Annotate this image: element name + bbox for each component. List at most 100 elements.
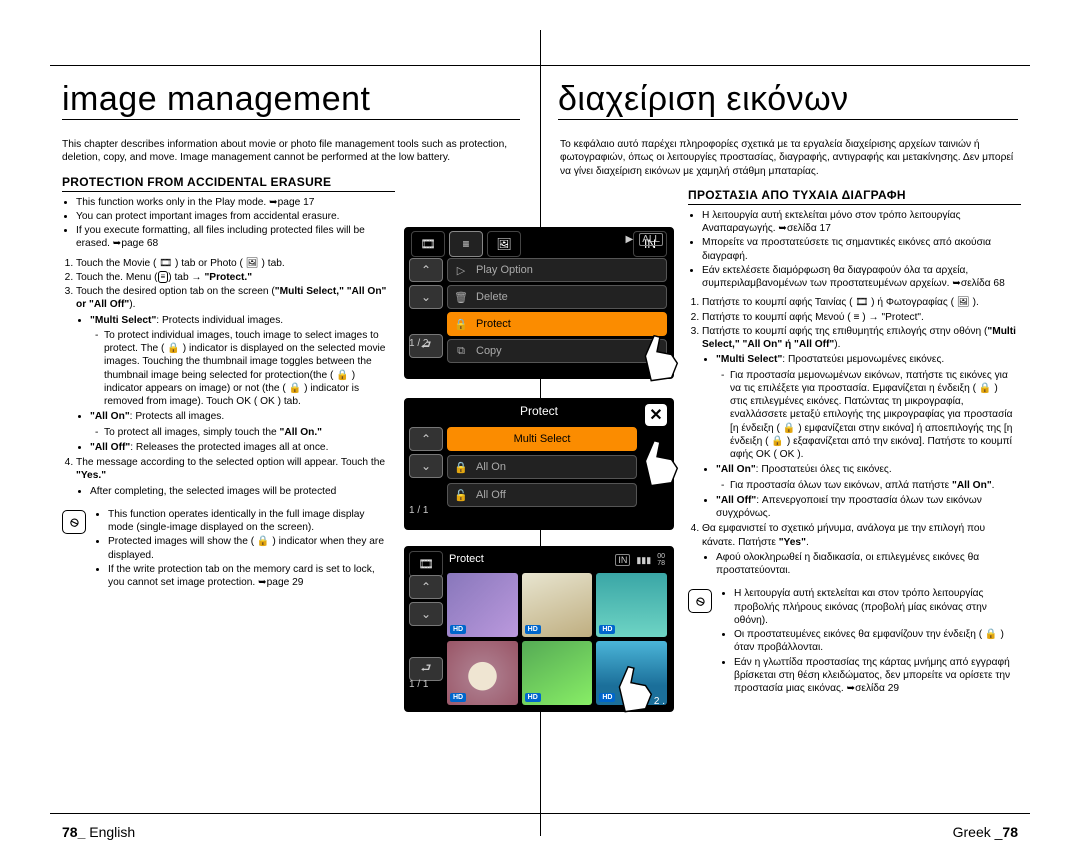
screen-title: Protect [405,399,673,423]
list-item: If you execute formatting, all files inc… [76,224,392,251]
list-item: Εάν εκτελέσετε διαμόρφωση θα διαγραφούν … [702,264,1018,291]
up-button[interactable]: ⌃ [409,427,443,451]
menu-item-play-option[interactable]: ▷Play Option [447,258,667,282]
manual-page: image management διαχείριση εικόνων This… [0,0,1080,866]
down-button[interactable]: ⌄ [409,454,443,478]
lock-icon: 🔒 [454,461,468,474]
list-item: "All Off": Απενεργοποιεί την προστασία ό… [716,494,1018,521]
list-item: Η λειτουργία αυτή εκτελείται και στον τρ… [734,587,1018,627]
list-item: To protect all images, simply touch the … [104,426,392,439]
play-icon: ▷ [454,264,468,277]
movie-tab-icon[interactable]: 🎞 [409,551,443,577]
rec-time: 0078 [657,553,665,567]
back-button[interactable]: ⮐ [409,657,443,681]
list-item: Touch the desired option tab on the scre… [76,285,392,454]
list-item: Θα εμφανιστεί το σχετικό μήνυμα, ανάλογα… [702,522,1018,577]
list-item: This function operates identically in th… [108,508,392,535]
pager: 1 / 1 [409,679,428,690]
list-item: If the write protection tab on the memor… [108,563,392,590]
menu-item-copy[interactable]: ⧉Copy [447,339,667,363]
sub-list: Αφού ολοκληρωθεί η διαδικασία, οι επιλεγ… [716,551,1018,578]
hd-badge: HD [525,693,541,702]
screenshot-protect-options: Protect ✕ ⌃ ⌄ 1 / 1 Multi Select 🔒All On… [404,398,676,530]
list-item: Η λειτουργία αυτή εκτελείται μόνο στον τ… [702,209,1018,236]
note-box: ⦸ Η λειτουργία αυτή εκτελείται και στον … [688,587,1018,696]
hd-badge: HD [450,693,466,702]
camera-screen: 🎞 ≡ 🖼 IN ▶ALL ⌃ ⌄ ⮐ 1 / 2 ▷Play Option 🗑… [404,227,674,379]
close-button[interactable]: ✕ [645,404,667,426]
numbered-list: Touch the Movie ( 🎞 ) tab or Photo ( 🖼 )… [76,257,392,498]
unlock-icon: 🔓 [454,489,468,502]
play-indicator: ▶ALL [626,233,664,246]
battery-icon: ▮▮▮ [636,555,651,566]
down-button[interactable]: ⌄ [409,602,443,626]
up-button[interactable]: ⌃ [409,258,443,282]
sub-list: Για προστασία μεμονωμένων εικόνων, πατήσ… [730,369,1018,462]
screenshot-menu: 🎞 ≡ 🖼 IN ▶ALL ⌃ ⌄ ⮐ 1 / 2 ▷Play Option 🗑… [404,227,676,379]
list-item: Οι προστατευμένες εικόνες θα εμφανίζουν … [734,628,1018,655]
numbered-list: Πατήστε το κουμπί αφής Ταινίας ( 🎞 ) ή Φ… [702,296,1018,577]
thumbnail[interactable]: HD [522,641,593,705]
option-multi-select[interactable]: Multi Select [447,427,637,451]
intro-text: This chapter describes information about… [62,138,520,165]
list-item: Για προστασία μεμονωμένων εικόνων, πατήσ… [730,369,1018,462]
bullet-list: This function works only in the Play mod… [76,196,392,251]
sub-list: "Multi Select": Προστατεύει μεμονωμένες … [716,353,1018,520]
lock-icon: 🔒 [454,318,468,331]
thumbnail[interactable]: HD [447,641,518,705]
hd-badge: HD [450,625,466,634]
list-item: Αφού ολοκληρωθεί η διαδικασία, οι επιλεγ… [716,551,1018,578]
list-item: Protected images will show the ( 🔒 ) ind… [108,535,392,562]
list-item: "All Off": Releases the protected images… [90,441,392,454]
list-item: Touch the. Menu (≡) tab → "Protect." [76,271,392,284]
option-list: Multi Select 🔒All On 🔓All Off [447,427,637,507]
list-item: "Multi Select": Προστατεύει μεμονωμένες … [716,353,1018,461]
list-item: Touch the Movie ( 🎞 ) tab or Photo ( 🖼 )… [76,257,392,270]
pager: 1 / 1 [409,505,428,516]
movie-tab-icon[interactable]: 🎞 [411,231,445,257]
memory-icon: IN [615,554,630,566]
menu-item-protect[interactable]: 🔒Protect [447,312,667,336]
list-item: Για προστασία όλων των εικόνων, απλά πατ… [730,479,1018,492]
sub-list: After completing, the selected images wi… [90,485,392,498]
up-button[interactable]: ⌃ [409,575,443,599]
thumbnail-grid: HD HD HD HD HD HD [447,573,667,705]
camera-screen: Protect ✕ ⌃ ⌄ 1 / 1 Multi Select 🔒All On… [404,398,674,530]
list-item: Πατήστε το κουμπί αφής της επιθυμητής επ… [702,325,1018,521]
thumbnail[interactable]: HD [522,573,593,637]
note-icon: ⦸ [688,589,712,613]
thumbnail[interactable]: HD [447,573,518,637]
list-item: "All On": Protects all images. To protec… [90,410,392,439]
list-item: You can protect important images from ac… [76,210,392,223]
side-buttons: ⌃ ⌄ ⮐ [409,575,443,681]
sub-list: "Multi Select": Protects individual imag… [90,314,392,455]
menu-tab-icon[interactable]: ≡ [449,231,483,257]
column-greek: Το κεφάλαιο αυτό παρέχει πληροφορίες σχε… [688,76,1018,696]
menu-item-delete[interactable]: 🗑Delete [447,285,667,309]
list-item: Πατήστε το κουμπί αφής Μενού ( ≡ ) → "Pr… [702,311,1018,324]
list-item: "Multi Select": Protects individual imag… [90,314,392,409]
section-heading: PROTECTION FROM ACCIDENTAL ERASURE [62,175,395,192]
bullet-list: Η λειτουργία αυτή εκτελείται μόνο στον τ… [702,209,1018,291]
screen-title: Protect [449,553,484,565]
note-icon: ⦸ [62,510,86,534]
option-all-on[interactable]: 🔒All On [447,455,637,479]
down-button[interactable]: ⌄ [409,285,443,309]
note-box: ⦸ This function operates identically in … [62,508,392,591]
thumbnail[interactable]: HD [596,573,667,637]
page-number-el: Greek _78 [953,824,1018,840]
note-list: Η λειτουργία αυτή εκτελείται και στον τρ… [734,587,1018,696]
menu-icon: ≡ [158,271,169,283]
hd-badge: HD [525,625,541,634]
intro-text: Το κεφάλαιο αυτό παρέχει πληροφορίες σχε… [560,138,1018,178]
photo-tab-icon[interactable]: 🖼 [487,231,521,257]
option-all-off[interactable]: 🔓All Off [447,483,637,507]
list-item: Μπορείτε να προστατεύσετε τις σημαντικές… [702,236,1018,263]
list-item: The message according to the selected op… [76,456,392,498]
list-item: After completing, the selected images wi… [90,485,392,498]
list-item: To protect individual images, touch imag… [104,329,392,409]
list-item: Πατήστε το κουμπί αφής Ταινίας ( 🎞 ) ή Φ… [702,296,1018,309]
sub-list: Για προστασία όλων των εικόνων, απλά πατ… [730,479,1018,492]
screenshot-thumbnails: 🎞 Protect IN ▮▮▮ 0078 ⌃ ⌄ ⮐ 1 / 1 HD HD HD… [404,546,676,712]
menu-list: ▷Play Option 🗑Delete 🔒Protect ⧉Copy [447,258,667,363]
